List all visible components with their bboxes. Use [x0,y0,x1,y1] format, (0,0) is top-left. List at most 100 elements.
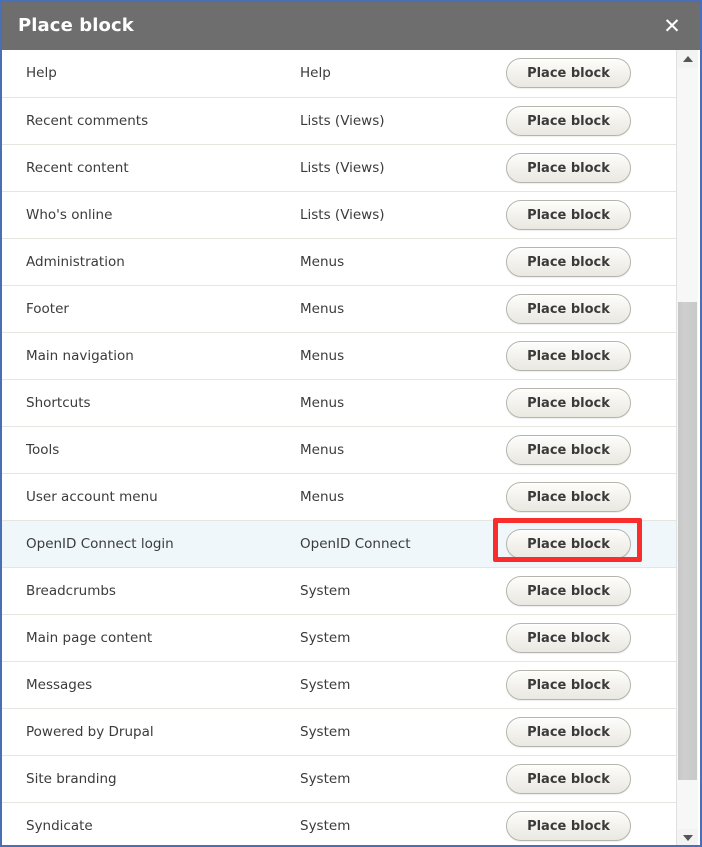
triangle-up-icon [683,56,693,62]
place-block-button[interactable]: Place block [506,481,631,512]
place-block-button-wrapper: Place block [506,58,631,89]
table-row: User account menu Menus Place block [2,473,678,520]
place-block-button-wrapper: Place block [506,387,631,418]
page-title: Place block [18,15,134,36]
block-list-scroll-area: Help Help Place block Recent comments Lists … [2,50,678,845]
place-block-button[interactable]: Place block [506,528,631,559]
block-name-cell: Recent comments [26,112,149,129]
block-category-cell: System [300,770,351,787]
place-block-button[interactable]: Place block [506,293,631,324]
table-row: Recent content Lists (Views) Place block [2,144,678,191]
place-block-button-wrapper: Place block [506,481,631,512]
place-block-button-wrapper: Place block [506,622,631,653]
block-name-cell: Shortcuts [26,394,91,411]
block-category-cell: System [300,817,351,834]
block-category-cell: Menus [300,300,345,317]
block-action-cell: Place block [505,144,678,191]
block-name-cell: Who's online [26,206,113,223]
block-action-cell: Place block [505,426,678,473]
block-action-cell: Place block [505,661,678,708]
block-category-cell: System [300,723,351,740]
table-row: Who's online Lists (Views) Place block [2,191,678,238]
block-name-cell: Powered by Drupal [26,723,154,740]
place-block-button-wrapper: Place block [506,575,631,606]
block-action-cell: Place block [505,473,678,520]
place-block-button[interactable]: Place block [506,763,631,794]
place-block-button[interactable]: Place block [506,622,631,653]
block-action-cell: Place block [505,614,678,661]
block-action-cell: Place block [505,755,678,802]
block-action-cell: Place block [505,802,678,845]
block-name-cell: User account menu [26,488,158,505]
place-block-button[interactable]: Place block [506,387,631,418]
block-action-cell: Place block [505,238,678,285]
block-category-cell: Menus [300,253,345,270]
place-block-button[interactable]: Place block [506,810,631,841]
block-category-cell: Help [300,65,331,82]
place-block-button-wrapper: Place block [506,105,631,136]
vertical-scrollbar[interactable] [676,50,698,845]
close-icon[interactable]: ✕ [660,14,684,38]
place-block-button-wrapper: Place block [506,293,631,324]
block-name-cell: Administration [26,253,125,270]
place-block-button[interactable]: Place block [506,199,631,230]
block-category-cell: System [300,582,351,599]
table-row: OpenID Connect login OpenID Connect Place … [2,517,678,567]
block-action-cell: Place block [505,97,678,144]
block-action-cell: Place block [493,517,678,567]
block-category-cell: System [300,676,351,693]
place-block-button[interactable]: Place block [506,434,631,465]
place-block-button[interactable]: Place block [506,246,631,277]
block-list-body: Help Help Place block Recent comments Lists … [2,50,678,845]
block-name-cell: Breadcrumbs [26,582,116,599]
table-row: Breadcrumbs System Place block [2,567,678,614]
block-name-cell: Main page content [26,629,153,646]
triangle-down-icon [683,835,693,841]
place-block-button[interactable]: Place block [506,58,631,89]
place-block-button-wrapper: Place block [506,199,631,230]
scroll-down-arrow-icon[interactable] [677,829,698,845]
scrollbar-track[interactable] [677,68,698,829]
block-list-table: Help Help Place block Recent comments Lists … [2,50,678,845]
block-name-cell: Footer [26,300,69,317]
place-block-button-wrapper: Place block [506,716,631,747]
scroll-up-arrow-icon[interactable] [677,50,698,68]
block-action-cell: Place block [505,191,678,238]
block-name-cell: Site branding [26,770,117,787]
table-row: Shortcuts Menus Place block [2,379,678,426]
block-name-cell: Recent content [26,159,129,176]
block-category-cell: Menus [300,488,345,505]
place-block-button[interactable]: Place block [506,340,631,371]
block-action-cell: Place block [505,379,678,426]
block-category-cell: OpenID Connect [300,535,411,552]
block-name-cell: OpenID Connect login [26,535,174,552]
table-row: Syndicate System Place block [2,802,678,845]
block-name-cell: Tools [26,441,60,458]
block-name-cell: Syndicate [26,817,93,834]
block-name-cell: Messages [26,676,93,693]
place-block-modal: Place block ✕ Help Help Place block Recent … [0,0,702,847]
place-block-button-wrapper: Place block [506,810,631,841]
block-category-cell: System [300,629,351,646]
table-row: Main page content System Place block [2,614,678,661]
table-row: Messages System Place block [2,661,678,708]
table-row: Site branding System Place block [2,755,678,802]
block-name-cell: Help [26,65,57,82]
table-row: Main navigation Menus Place block [2,332,678,379]
place-block-button[interactable]: Place block [506,105,631,136]
block-action-cell: Place block [505,285,678,332]
place-block-button[interactable]: Place block [506,669,631,700]
block-action-cell: Place block [505,567,678,614]
block-category-cell: Lists (Views) [300,159,385,176]
table-row: Administration Menus Place block [2,238,678,285]
place-block-button-wrapper: Place block [506,340,631,371]
place-block-button-wrapper: Place block [506,152,631,183]
place-block-button-wrapper: Place block [506,669,631,700]
block-category-cell: Menus [300,441,345,458]
block-action-cell: Place block [505,708,678,755]
block-category-cell: Menus [300,394,345,411]
place-block-button[interactable]: Place block [506,575,631,606]
place-block-button[interactable]: Place block [506,152,631,183]
scrollbar-thumb[interactable] [678,302,697,780]
place-block-button[interactable]: Place block [506,716,631,747]
